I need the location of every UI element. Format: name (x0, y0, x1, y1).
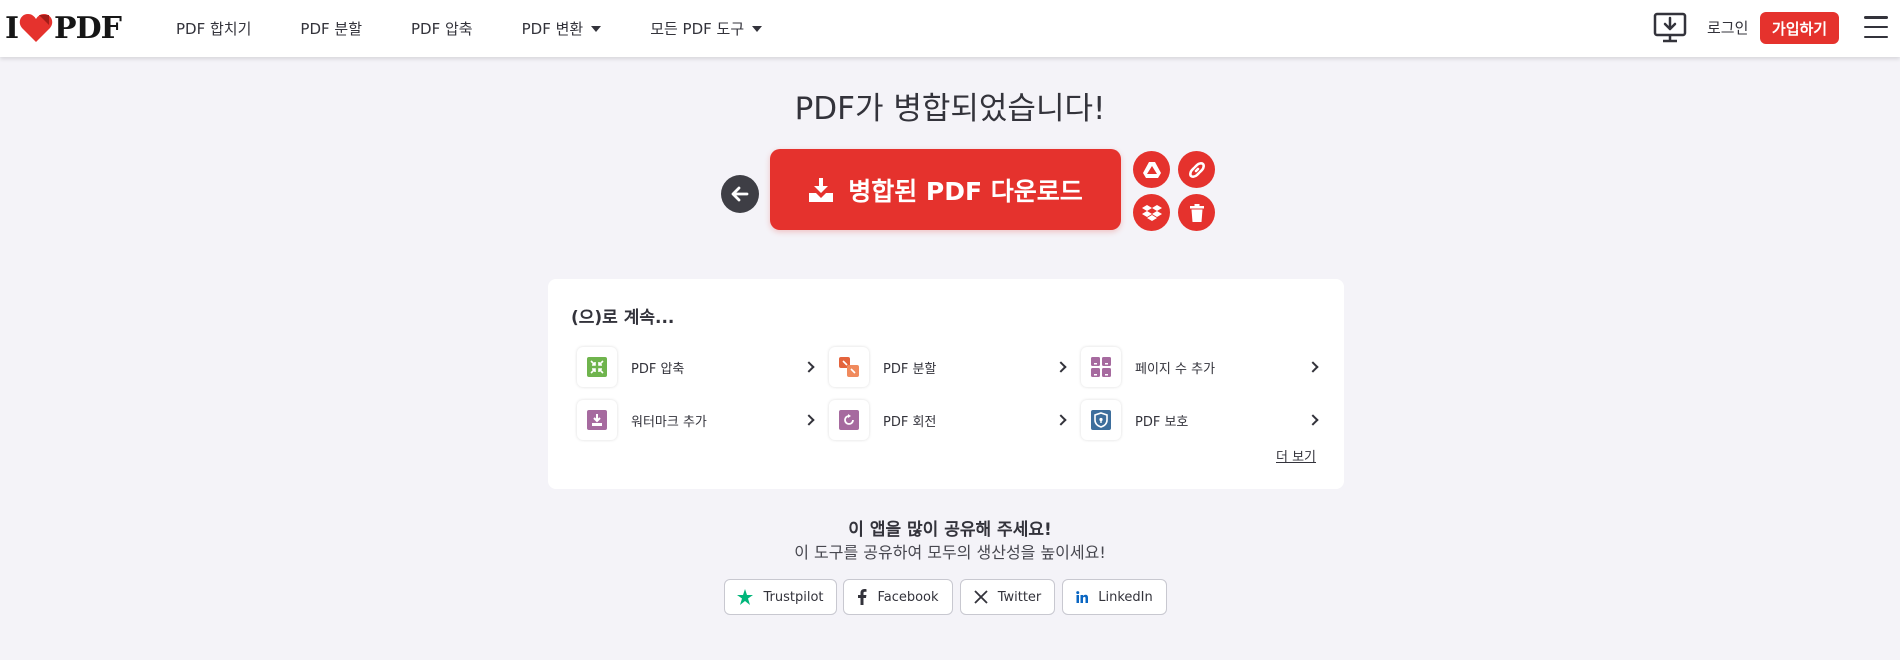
share-facebook-button[interactable]: Facebook (843, 579, 953, 615)
facebook-icon (858, 589, 867, 605)
nav-label: PDF 합치기 (176, 20, 252, 38)
google-drive-button[interactable] (1133, 151, 1170, 188)
login-link[interactable]: 로그인 (1707, 17, 1748, 38)
heart-logo-icon (19, 14, 53, 42)
chevron-right-icon (803, 361, 815, 373)
chevron-right-icon (803, 414, 815, 426)
download-icon (809, 177, 834, 202)
share-trustpilot-button[interactable]: Trustpilot (724, 579, 837, 615)
tool-label: 워터마크 추가 (631, 414, 707, 430)
chevron-right-icon (1055, 361, 1067, 373)
nav-label: PDF 분할 (300, 20, 362, 38)
nav-compress-pdf[interactable]: PDF 압축 (411, 18, 473, 39)
tool-label: PDF 압축 (631, 361, 685, 377)
rotate-icon (829, 400, 869, 440)
nav-split-pdf[interactable]: PDF 분할 (300, 18, 362, 39)
share-twitter-button[interactable]: Twitter (960, 579, 1055, 615)
ilovepdf-logo[interactable]: I PDF (5, 10, 122, 46)
dropbox-button[interactable] (1133, 194, 1170, 231)
split-icon (829, 347, 869, 387)
nav-label: PDF 변환 (521, 20, 584, 38)
social-label: Facebook (877, 589, 939, 605)
download-button[interactable]: 병합된 PDF 다운로드 (770, 149, 1121, 230)
tool-add-watermark[interactable]: 워터마크 추가 (577, 400, 817, 440)
tool-protect-pdf[interactable]: PDF 보호 (1081, 400, 1321, 440)
chevron-right-icon (1307, 414, 1319, 426)
nav-label: PDF 압축 (411, 20, 473, 38)
nav-convert-pdf[interactable]: PDF 변환 (522, 18, 602, 39)
share-subtitle: 이 도구를 공유하여 모두의 생산성을 높이세요! (794, 543, 1106, 562)
continue-title: (으)로 계속... (571, 308, 675, 328)
page-title: PDF가 병합되었습니다! (794, 91, 1106, 127)
watermark-icon (577, 400, 617, 440)
tool-compress-pdf[interactable]: PDF 압축 (577, 347, 817, 387)
trustpilot-icon (737, 589, 754, 605)
arrow-left-icon (731, 186, 749, 202)
tool-split-pdf[interactable]: PDF 분할 (829, 347, 1069, 387)
social-label: Twitter (997, 589, 1042, 605)
social-label: LinkedIn (1098, 589, 1153, 605)
logo-text-pdf: PDF (54, 10, 122, 46)
see-more-link[interactable]: 더 보기 (1276, 446, 1316, 465)
page-numbers-icon (1081, 347, 1121, 387)
share-linkedin-button[interactable]: LinkedIn (1062, 579, 1167, 615)
top-header: I PDF PDF 합치기 PDF 분할 PDF 압축 PDF 변환 모든 PD… (0, 0, 1900, 57)
nav-merge-pdf[interactable]: PDF 합치기 (176, 18, 251, 39)
continue-with-card: (으)로 계속... PDF 압축 PDF 분할 페이지 수 추가 워터마크 추… (548, 279, 1344, 489)
nav-all-tools[interactable]: 모든 PDF 도구 (650, 18, 763, 39)
twitter-x-icon (974, 590, 988, 604)
link-icon (1188, 161, 1205, 178)
tool-add-page-numbers[interactable]: 페이지 수 추가 (1081, 347, 1321, 387)
trash-icon (1189, 203, 1204, 222)
chevron-right-icon (1307, 361, 1319, 373)
protect-icon (1081, 400, 1121, 440)
tool-label: PDF 회전 (883, 414, 937, 430)
logo-text-i: I (5, 10, 19, 46)
compress-icon (577, 347, 617, 387)
hamburger-menu-icon[interactable] (1864, 16, 1888, 38)
nav-label: 모든 PDF 도구 (650, 20, 745, 38)
chevron-right-icon (1055, 414, 1067, 426)
social-label: Trustpilot (763, 589, 824, 605)
main-nav: PDF 합치기 PDF 분할 PDF 압축 PDF 변환 모든 PDF 도구 (176, 0, 811, 57)
download-label: 병합된 PDF 다운로드 (848, 176, 1083, 206)
back-button[interactable] (721, 175, 759, 213)
google-drive-icon (1142, 161, 1161, 178)
dropbox-icon (1141, 204, 1162, 221)
caret-down-icon (591, 25, 602, 32)
share-title: 이 앱을 많이 공유해 주세요! (848, 520, 1052, 540)
tool-rotate-pdf[interactable]: PDF 회전 (829, 400, 1069, 440)
desktop-download-icon[interactable] (1653, 12, 1687, 44)
caret-down-icon (752, 25, 763, 32)
tool-label: PDF 분할 (883, 361, 937, 377)
delete-button[interactable] (1178, 194, 1215, 231)
signup-button[interactable]: 가입하기 (1760, 12, 1839, 44)
tool-label: 페이지 수 추가 (1135, 361, 1216, 377)
linkedin-icon (1076, 591, 1089, 603)
tool-label: PDF 보호 (1135, 414, 1189, 430)
copy-link-button[interactable] (1178, 151, 1215, 188)
